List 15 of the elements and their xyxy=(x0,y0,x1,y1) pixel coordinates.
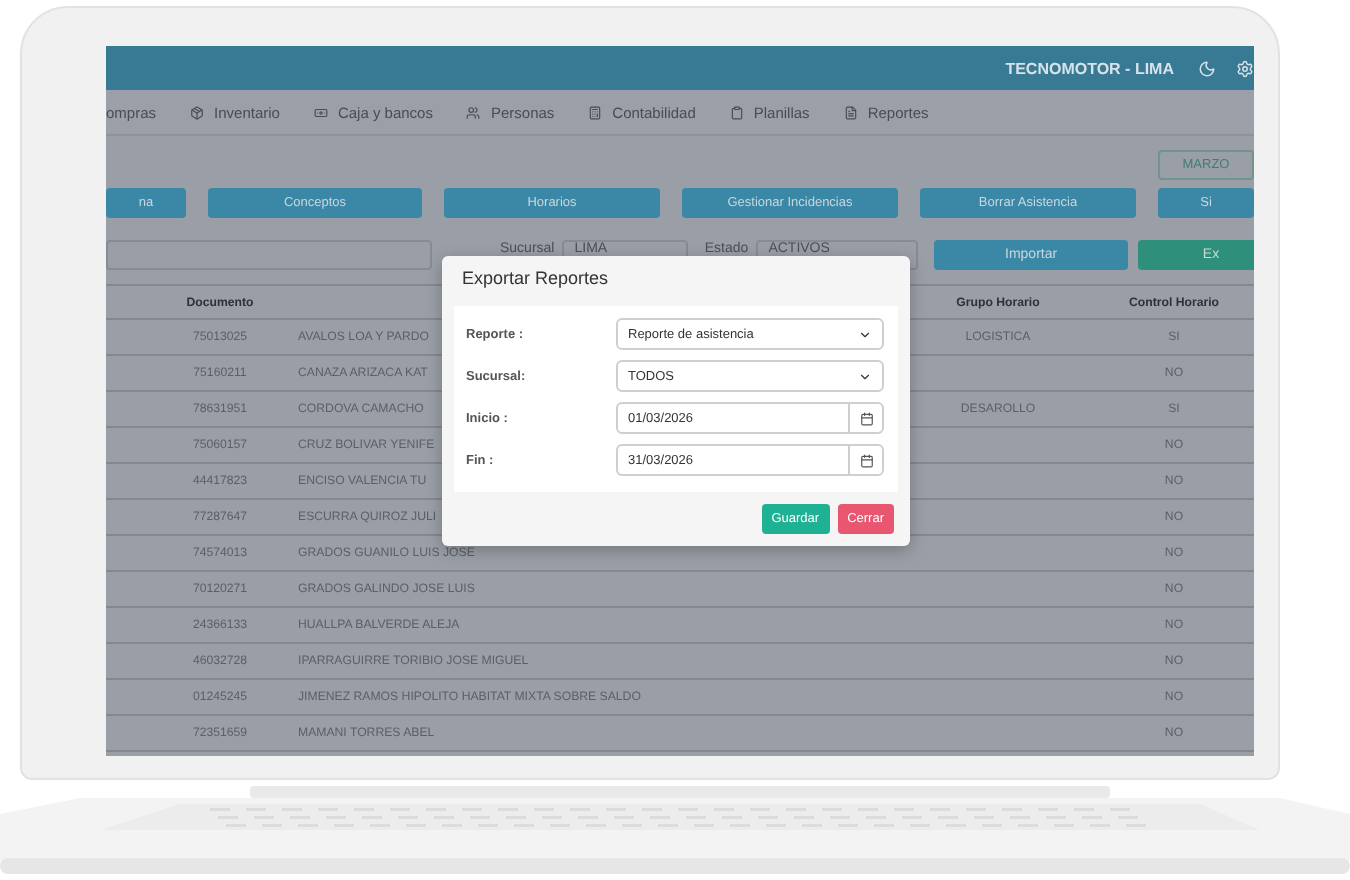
calendar-icon[interactable] xyxy=(859,411,873,425)
search-field[interactable] xyxy=(106,240,432,270)
nav-icon xyxy=(729,105,744,119)
nav-icon xyxy=(190,105,205,119)
nav-icon xyxy=(843,105,858,119)
calendar-icon[interactable] xyxy=(859,453,873,467)
nav-icon xyxy=(313,105,328,119)
company-title: TECNOMOTOR - LIMA xyxy=(1005,59,1174,77)
moon-icon[interactable] xyxy=(1198,59,1216,77)
nav-icon xyxy=(466,105,481,119)
chevron-icon xyxy=(858,327,872,341)
chevron-icon xyxy=(858,369,872,383)
nav-icon xyxy=(588,105,603,119)
dialog-title: Exportar Reportes xyxy=(460,266,611,292)
settings-icon[interactable] xyxy=(1236,59,1254,77)
